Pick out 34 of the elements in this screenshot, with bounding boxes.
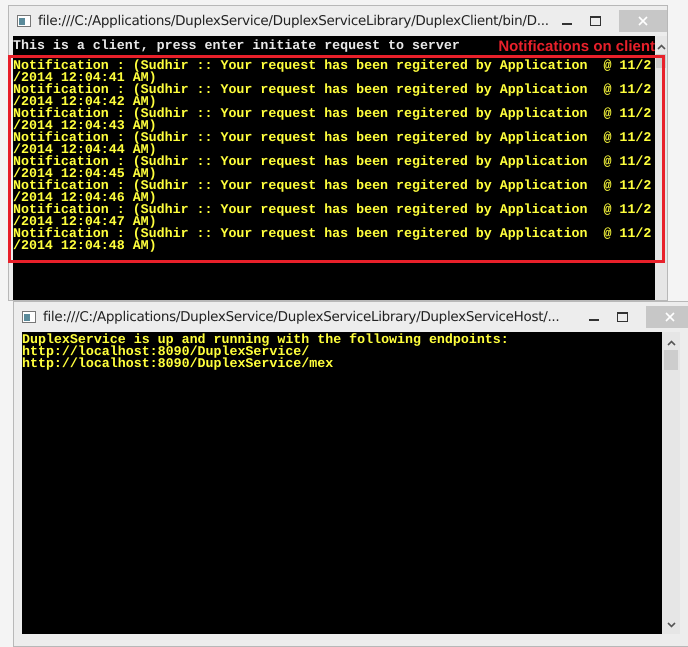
console-line: Notification : (Sudhir :: Your request has been regitered by Application @ 11/2 (13, 108, 652, 120)
console-line: Notification : (Sudhir :: Your request has been regitered by Application @ 11/2 (13, 156, 652, 168)
console-line: Notification : (Sudhir :: Your request has been regitered by Application @ 11/2 (13, 60, 652, 72)
scroll-up-icon[interactable] (656, 44, 666, 50)
annotation-label: Notifications on client (498, 38, 655, 55)
console-line: /2014 12:04:45 AM) (13, 168, 157, 180)
scroll-up-icon[interactable] (666, 340, 676, 346)
scroll-down-icon[interactable] (666, 622, 676, 628)
console-line: /2014 12:04:42 AM) (13, 96, 157, 108)
window-title: file:///C:/Applications/DuplexService/DuplexServiceLibrary/DuplexClient/bin/D... (38, 13, 549, 29)
console-line: /2014 12:04:46 AM) (13, 192, 157, 204)
console-line: http://localhost:8090/DuplexService/mex (22, 358, 334, 370)
console-line: /2014 12:04:47 AM) (13, 216, 157, 228)
close-icon (638, 16, 648, 26)
console-line: http://localhost:8090/DuplexService/ (22, 346, 310, 358)
console-line: Notification : (Sudhir :: Your request has been regitered by Application @ 11/2 (13, 180, 652, 192)
console-line: /2014 12:04:41 AM) (13, 72, 157, 84)
console-line: Notification : (Sudhir :: Your request has been regitered by Application @ 11/2 (13, 204, 652, 216)
console-line: /2014 12:04:48 AM) (13, 240, 157, 252)
console-line: This is a client, press enter initiate request to server (13, 40, 460, 55)
console-line: Notification : (Sudhir :: Your request has been regitered by Application @ 11/2 (13, 228, 652, 240)
maximize-icon[interactable] (617, 312, 628, 322)
window-title: file:///C:/Applications/DuplexService/DuplexServiceLibrary/DuplexServiceHost/... (43, 308, 560, 325)
console-line: /2014 12:04:43 AM) (13, 120, 157, 132)
console-line: Notification : (Sudhir :: Your request has been regitered by Application @ 11/2 (13, 132, 652, 144)
scrollbar[interactable] (662, 332, 680, 634)
console-line: Notification : (Sudhir :: Your request has been regitered by Application @ 11/2 (13, 84, 652, 96)
console-app-icon (22, 310, 36, 323)
maximize-icon[interactable] (590, 16, 601, 26)
console-line: /2014 12:04:44 AM) (13, 144, 157, 156)
console-line: DuplexService is up and running with the following endpoints: (22, 334, 510, 346)
console-app-icon (17, 15, 31, 27)
close-icon (665, 312, 675, 322)
scrollbar-thumb[interactable] (664, 350, 678, 370)
